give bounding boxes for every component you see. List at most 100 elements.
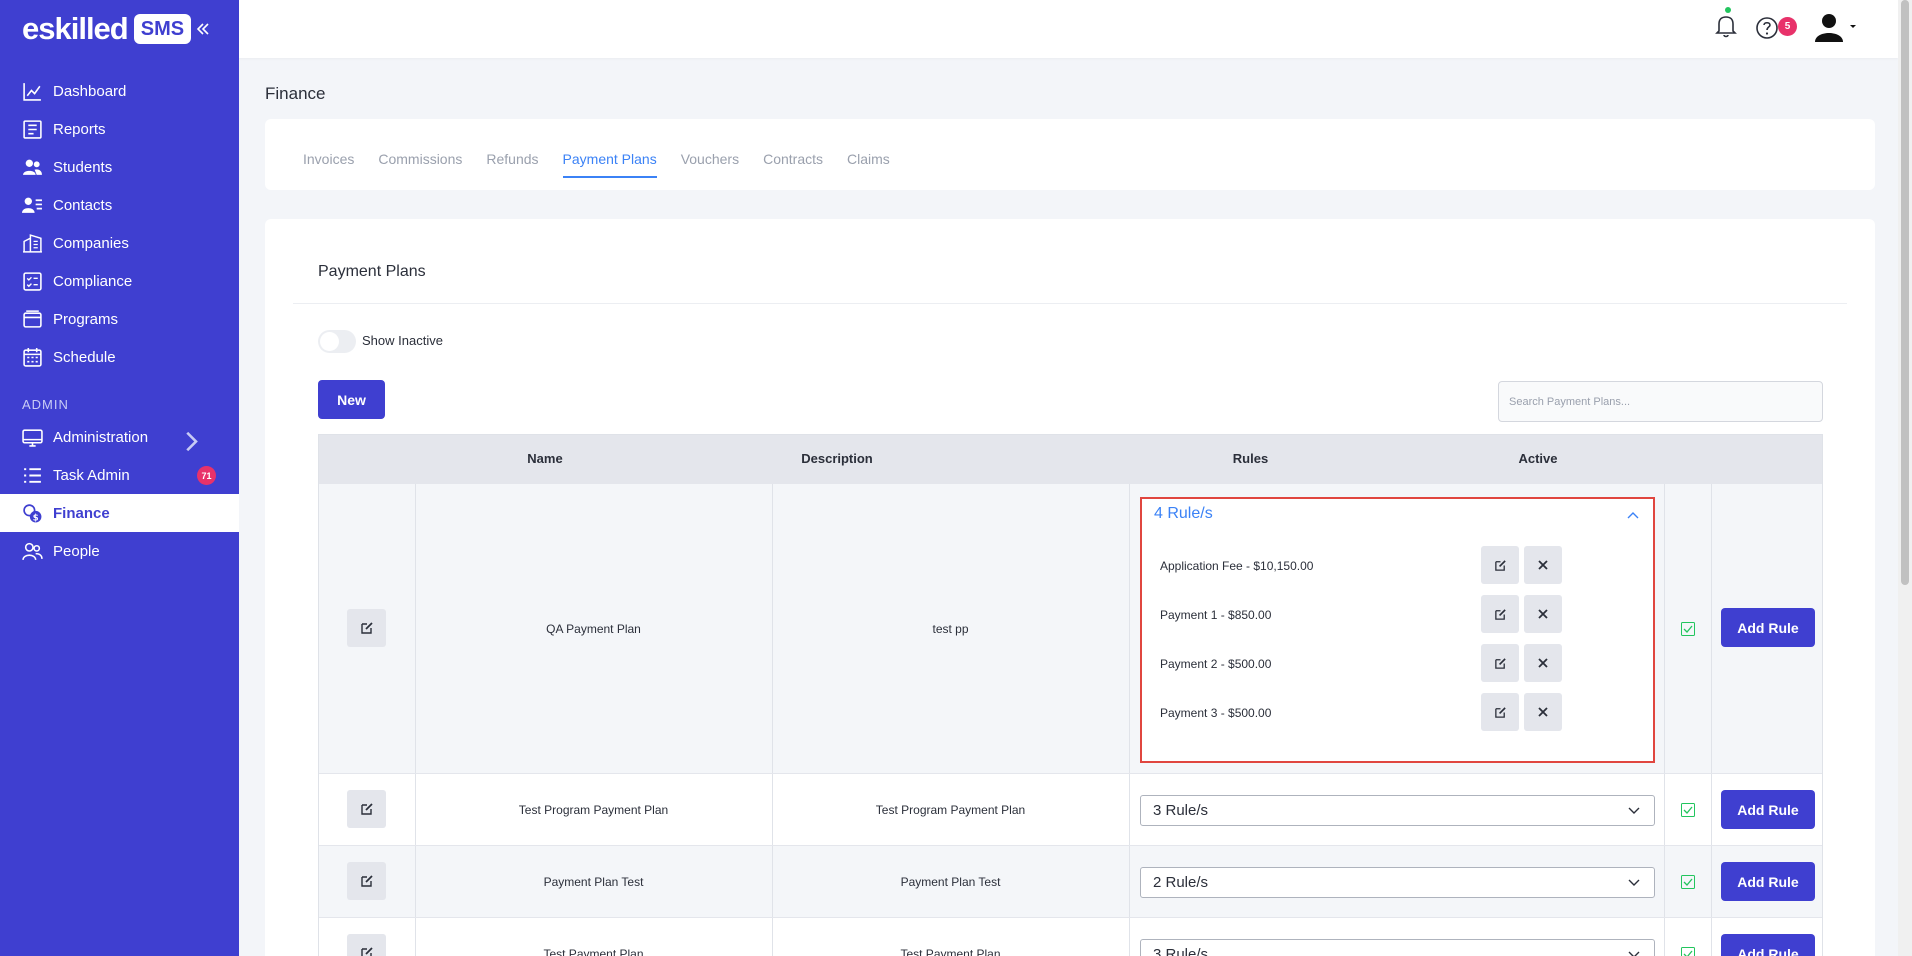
show-inactive-label: Show Inactive [362, 333, 443, 348]
show-inactive-toggle[interactable] [318, 330, 356, 353]
edit-rule-button[interactable] [1481, 595, 1519, 633]
top-bar-actions: 5 [1715, 7, 1858, 42]
sidebar-section-admin: ADMIN [22, 397, 69, 412]
brand-badge: SMS [133, 14, 192, 44]
rules-expanded-panel: 4 Rule/s Application Fee - $10,150.00 Pa… [1140, 497, 1655, 763]
add-rule-button[interactable]: Add Rule [1721, 934, 1815, 956]
brand-name: eskilled [22, 11, 129, 46]
sidebar-item-dashboard[interactable]: Dashboard [0, 72, 239, 110]
edit-rule-button[interactable] [1481, 546, 1519, 584]
table-row: Payment Plan Test Payment Plan Test 2 Ru… [319, 845, 1822, 917]
delete-rule-button[interactable] [1524, 546, 1562, 584]
sidebar-item-contacts[interactable]: Contacts [0, 186, 239, 224]
rules-toggle[interactable]: 4 Rule/s [1154, 505, 1213, 523]
sidebar-item-label: Administration [53, 428, 149, 446]
delete-rule-button[interactable] [1524, 644, 1562, 682]
plan-description: Payment Plan Test [900, 875, 1001, 889]
tab-contracts[interactable]: Contracts [763, 151, 823, 178]
close-icon [1538, 560, 1548, 570]
toggle-knob [320, 332, 339, 351]
chevron-down-icon [1628, 807, 1640, 814]
sidebar-item-label: Companies [53, 234, 129, 252]
sidebar-item-reports[interactable]: Reports [0, 110, 239, 148]
rules-count: 2 Rule/s [1153, 874, 1209, 891]
svg-text:$: $ [33, 512, 39, 522]
add-rule-button[interactable]: Add Rule [1721, 862, 1815, 901]
finance-tabs-card: Invoices Commissions Refunds Payment Pla… [265, 119, 1875, 190]
sidebar-item-companies[interactable]: Companies [0, 224, 239, 262]
sidebar-item-label: Students [53, 158, 113, 176]
scrollbar-thumb[interactable] [1901, 0, 1909, 585]
delete-rule-button[interactable] [1524, 693, 1562, 731]
payment-plans-table: Name Description Rules Active QA Payment… [318, 434, 1823, 956]
rule-item: Payment 2 - $500.00 [1160, 657, 1272, 671]
edit-icon [1494, 657, 1506, 669]
plan-name: Test Program Payment Plan [518, 803, 669, 817]
add-rule-button[interactable]: Add Rule [1721, 608, 1815, 647]
sidebar-item-people[interactable]: People [0, 532, 239, 570]
users-icon [23, 159, 42, 175]
rules-dropdown[interactable]: 3 Rule/s [1140, 939, 1655, 956]
rules-dropdown[interactable]: 2 Rule/s [1140, 867, 1655, 898]
checklist-icon [23, 271, 42, 291]
sidebar-item-label: Programs [53, 310, 119, 328]
sidebar-item-task-admin[interactable]: Task Admin 71 [0, 456, 239, 494]
header-description: Description [801, 451, 873, 466]
sidebar-item-administration[interactable]: Administration [0, 418, 239, 456]
delete-rule-button[interactable] [1524, 595, 1562, 633]
tab-invoices[interactable]: Invoices [303, 151, 354, 178]
help-button[interactable]: 5 [1755, 13, 1797, 41]
collapse-sidebar-icon[interactable] [196, 22, 210, 36]
brand-logo[interactable]: eskilled SMS [22, 11, 210, 46]
sidebar-item-schedule[interactable]: Schedule [0, 338, 239, 376]
card-title: Payment Plans [318, 263, 426, 280]
chevron-up-icon[interactable] [1627, 511, 1639, 519]
edit-rule-button[interactable] [1481, 644, 1519, 682]
new-button[interactable]: New [318, 380, 385, 419]
edit-plan-button[interactable] [347, 609, 386, 647]
chart-line-icon [23, 82, 41, 101]
sidebar-item-students[interactable]: Students [0, 148, 239, 186]
column-divider [1711, 918, 1712, 956]
plan-description: test pp [932, 622, 969, 636]
column-divider [1129, 846, 1130, 917]
notifications-button[interactable] [1715, 7, 1739, 41]
sidebar-item-label: Compliance [53, 272, 133, 290]
stack-icon [23, 309, 42, 328]
sidebar-item-finance[interactable]: $ Finance [0, 494, 239, 532]
tab-claims[interactable]: Claims [847, 151, 890, 178]
active-check-icon [1681, 947, 1695, 956]
search-input[interactable] [1498, 381, 1823, 422]
plan-description: Test Program Payment Plan [875, 803, 1026, 817]
edit-icon [360, 622, 373, 634]
rules-count: 3 Rule/s [1153, 802, 1209, 819]
report-icon [23, 119, 42, 139]
rule-item: Payment 3 - $500.00 [1160, 706, 1272, 720]
edit-plan-button[interactable] [347, 790, 386, 828]
notification-dot [1725, 7, 1731, 13]
tab-refunds[interactable]: Refunds [486, 151, 538, 178]
active-check-icon [1681, 803, 1695, 817]
chevron-down-icon [1628, 879, 1640, 886]
tab-commissions[interactable]: Commissions [378, 151, 462, 178]
edit-plan-button[interactable] [347, 862, 386, 900]
user-menu[interactable] [1813, 12, 1858, 42]
page-title: Finance [265, 84, 326, 103]
tab-payment-plans[interactable]: Payment Plans [562, 151, 657, 178]
rules-dropdown[interactable]: 3 Rule/s [1140, 795, 1655, 826]
chevron-down-icon [1628, 951, 1640, 956]
page-scrollbar[interactable] [1898, 0, 1912, 956]
sidebar-item-programs[interactable]: Programs [0, 300, 239, 338]
close-icon [1538, 658, 1548, 668]
edit-rule-button[interactable] [1481, 693, 1519, 731]
rule-item: Application Fee - $10,150.00 [1160, 559, 1314, 573]
close-icon [1538, 707, 1548, 717]
plan-description: Test Payment Plan [900, 947, 1001, 956]
tab-vouchers[interactable]: Vouchers [681, 151, 739, 178]
sidebar-item-compliance[interactable]: Compliance [0, 262, 239, 300]
sidebar: eskilled SMS Dashboard Reports Students … [0, 0, 239, 956]
edit-plan-button[interactable] [347, 934, 386, 956]
sidebar-item-label: Dashboard [53, 82, 127, 100]
rules-count: 3 Rule/s [1153, 946, 1209, 956]
add-rule-button[interactable]: Add Rule [1721, 790, 1815, 829]
